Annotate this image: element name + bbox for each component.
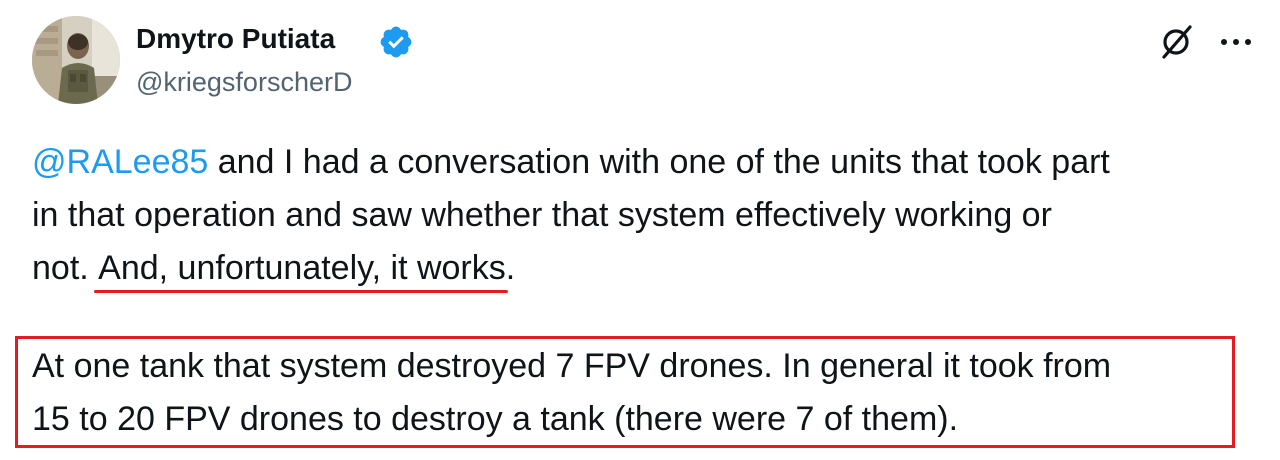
tweet-card: Dmytro Putiata @kriegsforscherD @RALee85… — [0, 0, 1280, 460]
mention-link[interactable]: @RALee85 — [32, 143, 208, 181]
tweet-line-3: not. And, unfortunately, it works. — [32, 242, 1252, 295]
tweet-line-5: 15 to 20 FPV drones to destroy a tank (t… — [32, 400, 959, 438]
verified-badge-icon — [380, 26, 412, 58]
grok-icon[interactable] — [1156, 22, 1196, 62]
tweet-line-2: in that operation and saw whether that s… — [32, 196, 1052, 234]
author-avatar[interactable] — [32, 16, 120, 104]
tweet-text-paragraph-2: At one tank that system destroyed 7 FPV … — [32, 340, 1242, 446]
author-display-name[interactable]: Dmytro Putiata — [136, 19, 335, 59]
underlined-phrase: And, unfortunately, it works — [98, 249, 506, 287]
red-underline-annotation: And, unfortunately, it works — [94, 242, 508, 295]
avatar-photo — [32, 16, 120, 104]
tweet-line-4: At one tank that system destroyed 7 FPV … — [32, 347, 1112, 385]
author-handle[interactable]: @kriegsforscherD — [136, 62, 352, 102]
tweet-line-1: @RALee85 and I had a conversation with o… — [32, 136, 1252, 189]
tweet-line-3-pre: not. — [32, 249, 99, 287]
tweet-line-3-post: . — [505, 249, 516, 287]
tweet-text-paragraph-1: @RALee85 and I had a conversation with o… — [32, 136, 1252, 295]
more-options-icon[interactable] — [1216, 24, 1256, 60]
tweet-line-1-text: and I had a conversation with one of the… — [208, 143, 1110, 181]
